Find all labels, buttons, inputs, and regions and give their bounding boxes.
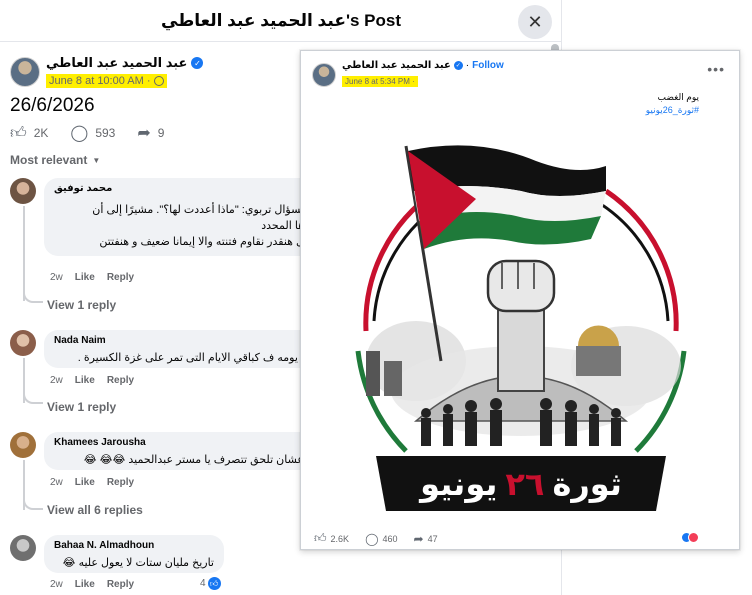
view-replies-link[interactable]: View 1 reply: [47, 400, 116, 414]
card-post-text: يوم الغضب #ثورة_26يونيو: [645, 92, 699, 117]
comment-bubble: Bahaa N. Almadhoun تاريخ مليان ستات لا ي…: [44, 535, 224, 573]
comment-avatar[interactable]: [10, 178, 36, 204]
poster-title: ثورة ٢٦ يونيو: [420, 466, 622, 502]
card-share-button[interactable]: ➦ 47: [414, 532, 438, 546]
card-share-count: 47: [427, 533, 438, 544]
card-comment-count: 460: [382, 533, 398, 544]
globe-icon: [153, 76, 164, 86]
card-like-count: 2.6K: [330, 533, 350, 544]
modal-title: عبد الحميد عبد العاطي's Post: [161, 10, 401, 30]
view-replies-link[interactable]: View all 6 replies: [47, 503, 143, 517]
comment-button[interactable]: ◯ 593: [70, 123, 115, 143]
comment-reply-button[interactable]: Reply: [107, 477, 134, 488]
poster-image[interactable]: ثورة ٢٦ يونيو: [306, 121, 736, 521]
hashtag-link[interactable]: #ثورة_26يونيو: [646, 104, 699, 117]
share-button[interactable]: ➦ 9: [137, 123, 164, 143]
comment-icon: ◯: [365, 531, 379, 546]
comment-age[interactable]: 2w: [50, 579, 63, 590]
comment-like-button[interactable]: Like: [75, 272, 95, 283]
card-reaction-icons[interactable]: [681, 532, 699, 543]
view-replies-link[interactable]: View 1 reply: [47, 298, 116, 312]
card-comment-button[interactable]: ◯ 460: [365, 532, 397, 546]
comment-reply-button[interactable]: Reply: [107, 375, 134, 386]
card-author: عبد الحميد عبد العاطي ✓ · Follow June 8 …: [312, 60, 504, 89]
like-button[interactable]: 👍︎ 2K: [10, 124, 48, 143]
author-name[interactable]: عبد الحميد عبد العاطي: [46, 55, 187, 71]
shared-post-card: عبد الحميد عبد العاطي ✓ · Follow June 8 …: [300, 50, 740, 550]
comment-like-button[interactable]: Like: [75, 477, 95, 488]
share-icon: ➦: [137, 125, 151, 142]
share-icon: ➦: [413, 531, 424, 546]
comment-icon: ◯: [70, 125, 89, 142]
author-avatar[interactable]: [10, 57, 40, 87]
card-timestamp[interactable]: June 8 at 5:34 PM ·: [342, 76, 418, 87]
card-author-avatar[interactable]: [312, 62, 336, 87]
more-options-icon[interactable]: •••: [707, 61, 725, 77]
comment-author[interactable]: Bahaa N. Almadhoun: [54, 540, 214, 551]
post-timestamp[interactable]: June 8 at 10:00 AM ·: [46, 74, 167, 88]
comment-text-line: عشان تلحق تتصرف يا مستر عبدالحميد 😂😂 😂: [83, 454, 304, 466]
follow-button[interactable]: Follow: [472, 60, 504, 71]
like-reaction-icon: 👍︎: [207, 577, 221, 590]
like-thumb-icon: 👍︎: [314, 531, 327, 545]
close-icon: ✕: [527, 11, 543, 32]
comment-sort-dropdown[interactable]: Most relevant ▼: [10, 153, 100, 167]
comment-reaction-count[interactable]: 4 👍︎: [200, 577, 221, 590]
comment-text-line: بسؤال تربوي: "ماذا أعددت لها؟". مشيرًا إ…: [92, 204, 304, 216]
comment-age[interactable]: 2w: [50, 375, 63, 386]
comment-like-button[interactable]: Like: [75, 579, 95, 590]
comment-age[interactable]: 2w: [50, 477, 63, 488]
comment-text-line: ا يومه ف كباقي الايام التى تمر على غزة ا…: [77, 352, 304, 364]
chevron-down-icon: ▼: [92, 155, 101, 165]
comment-age[interactable]: 2w: [50, 272, 63, 283]
modal-header: عبد الحميد عبد العاطي's Post ✕: [0, 0, 561, 42]
comment-text-line: ها المحدد: [261, 220, 304, 232]
comment-author[interactable]: محمد توفيق: [54, 183, 114, 194]
comment-like-button[interactable]: Like: [75, 375, 95, 386]
like-count: 2K: [33, 126, 49, 140]
like-thumb-icon: 👍︎: [10, 124, 27, 142]
card-reaction-bar: 👍︎ 2.6K ◯ 460 ➦ 47: [314, 531, 438, 546]
comment-reply-button[interactable]: Reply: [107, 579, 134, 590]
post-author: عبد الحميد عبد العاطي ✓ June 8 at 10:00 …: [10, 55, 204, 89]
verified-badge-icon: ✓: [191, 57, 204, 69]
love-reaction-icon: [688, 532, 699, 543]
comment-reply-button[interactable]: Reply: [107, 272, 134, 283]
comment-avatar[interactable]: [10, 330, 36, 356]
share-count: 9: [157, 126, 165, 140]
comment-text-line: ل هنقدر نقاوم فتنته والا إيمانا ضعيف و ه…: [99, 236, 304, 248]
card-author-name[interactable]: عبد الحميد عبد العاطي: [342, 60, 451, 71]
verified-badge-icon: ✓: [453, 61, 463, 70]
comment-avatar[interactable]: [10, 432, 36, 458]
close-button[interactable]: ✕: [518, 5, 552, 39]
comment-count: 593: [95, 126, 116, 140]
card-like-button[interactable]: 👍︎ 2.6K: [314, 531, 349, 546]
comment-text-line: تاريخ مليان ستات لا يعول عليه 😂: [62, 557, 214, 569]
post-text: 26/6/2026: [10, 95, 95, 116]
comment-avatar[interactable]: [10, 535, 36, 561]
post-reaction-bar: 👍︎ 2K ◯ 593 ➦ 9: [10, 123, 164, 143]
